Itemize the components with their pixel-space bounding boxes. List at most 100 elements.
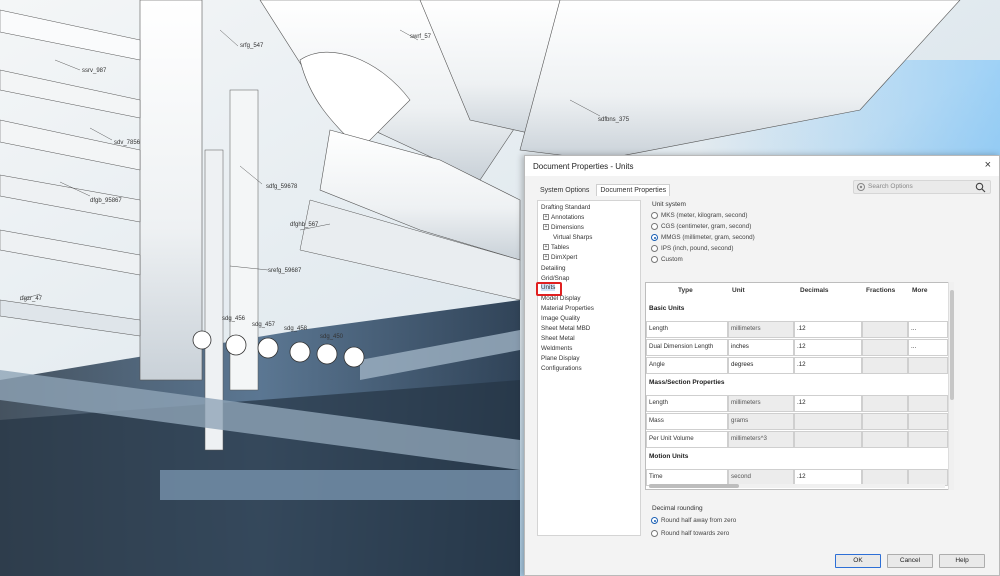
- tree-item-units[interactable]: Units: [541, 284, 556, 291]
- cell-type: Per Unit Volume: [646, 431, 728, 448]
- radio-button-selected[interactable]: [651, 517, 658, 524]
- cell-fractions[interactable]: [862, 339, 908, 356]
- tree-item-label: Dimensions: [551, 224, 584, 231]
- radio-custom[interactable]: Custom: [651, 256, 683, 263]
- more-button[interactable]: ...: [908, 339, 948, 356]
- cad-label: sdfg_59678: [266, 184, 298, 190]
- tree-item-dimxpert[interactable]: + DimXpert: [543, 254, 577, 261]
- cell-type: Length: [646, 395, 728, 412]
- ok-button[interactable]: OK: [835, 554, 881, 568]
- radio-ips[interactable]: IPS (inch, pound, second): [651, 245, 733, 252]
- tree-item-annotations[interactable]: + Annotations: [543, 214, 584, 221]
- horizontal-scrollbar[interactable]: [649, 484, 945, 488]
- cell-fractions[interactable]: [862, 357, 908, 374]
- cell-unit[interactable]: millimeters^3: [728, 431, 794, 448]
- tab-system-options[interactable]: System Options: [537, 185, 592, 196]
- scrollbar-thumb[interactable]: [950, 290, 954, 400]
- tree-item-virtual-sharps[interactable]: Virtual Sharps: [553, 234, 592, 241]
- tree-item-tables[interactable]: + Tables: [543, 244, 569, 251]
- tree-item-weldments[interactable]: Weldments: [541, 345, 572, 352]
- tree-item-grid-snap[interactable]: Grid/Snap: [541, 275, 569, 282]
- cad-label: ssrv_987: [82, 68, 107, 74]
- tree-item-plane-display[interactable]: Plane Display: [541, 355, 580, 362]
- cell-unit[interactable]: inches: [728, 339, 794, 356]
- cad-label: dfghb_567: [290, 222, 319, 228]
- more-button[interactable]: ...: [908, 321, 948, 338]
- cell-unit[interactable]: millimeters: [728, 395, 794, 412]
- cell-type: Angle: [646, 357, 728, 374]
- tree-item-label: DimXpert: [551, 254, 578, 261]
- search-placeholder: Search Options: [868, 183, 913, 190]
- help-button[interactable]: Help: [939, 554, 985, 568]
- cad-label: sdg_458: [284, 326, 308, 332]
- cell-fractions[interactable]: [862, 413, 908, 430]
- radio-cgs[interactable]: CGS (centimeter, gram, second): [651, 223, 751, 230]
- close-icon[interactable]: ×: [985, 159, 991, 171]
- tree-item-label: Model Display: [541, 295, 581, 302]
- unit-system-label: Unit system: [652, 201, 686, 208]
- cad-label: sdg_456: [222, 316, 246, 322]
- tree-item-image-quality[interactable]: Image Quality: [541, 315, 580, 322]
- cell-fractions[interactable]: [862, 321, 908, 338]
- tree-item-detailing[interactable]: Detailing: [541, 265, 566, 272]
- radio-button[interactable]: [651, 223, 658, 230]
- unit-system-group: Unit system MKS (meter, kilogram, second…: [647, 201, 947, 273]
- expand-icon[interactable]: +: [543, 254, 549, 261]
- tree-item-drafting-standard[interactable]: Drafting Standard: [541, 204, 590, 211]
- decimal-rounding-label: Decimal rounding: [652, 505, 703, 512]
- cad-label: srfg_547: [240, 43, 264, 49]
- cell-fractions[interactable]: [862, 431, 908, 448]
- radio-button[interactable]: [651, 212, 658, 219]
- tree-item-sheet-metal[interactable]: Sheet Metal: [541, 335, 575, 342]
- cell-decimals[interactable]: [794, 413, 862, 430]
- cad-label: sdg_450: [320, 334, 344, 340]
- column-header-unit: Unit: [732, 287, 745, 294]
- tree-item-material-properties[interactable]: Material Properties: [541, 305, 594, 312]
- cell-type: Mass: [646, 413, 728, 430]
- tree-item-configurations[interactable]: Configurations: [541, 365, 582, 372]
- cell-more: [908, 431, 948, 448]
- radio-button[interactable]: [651, 530, 658, 537]
- tree-item-label: Plane Display: [541, 355, 580, 362]
- options-tree: Drafting Standard + Annotations + Dimensio…: [537, 200, 641, 536]
- document-properties-dialog: Document Properties - Units × System Opt…: [524, 155, 1000, 576]
- search-icon[interactable]: [975, 182, 986, 193]
- tab-document-properties[interactable]: Document Properties: [596, 184, 671, 196]
- units-grid: Type Unit Decimals Fractions More Basic …: [645, 282, 953, 490]
- radio-mmgs[interactable]: MMGS (millimeter, gram, second): [651, 234, 755, 241]
- cancel-button[interactable]: Cancel: [887, 554, 933, 568]
- title-bar: Document Properties - Units ×: [525, 156, 999, 176]
- radio-round-away[interactable]: Round half away from zero: [651, 517, 736, 524]
- tree-item-sheet-metal-mbd[interactable]: Sheet Metal MBD: [541, 325, 590, 332]
- dialog-title: Document Properties - Units: [533, 162, 634, 171]
- vertical-scrollbar[interactable]: [948, 282, 954, 490]
- cell-decimals[interactable]: .12: [794, 321, 862, 338]
- expand-icon[interactable]: +: [543, 224, 549, 231]
- radio-button[interactable]: [651, 256, 658, 263]
- cell-type: Dual Dimension Length: [646, 339, 728, 356]
- tree-item-dimensions[interactable]: + Dimensions: [543, 224, 584, 231]
- cell-unit[interactable]: degrees: [728, 357, 794, 374]
- radio-label: IPS (inch, pound, second): [661, 245, 734, 253]
- cell-decimals[interactable]: .12: [794, 339, 862, 356]
- cell-type: Length: [646, 321, 728, 338]
- cell-unit[interactable]: millimeters: [728, 321, 794, 338]
- radio-button-selected[interactable]: [651, 234, 658, 241]
- cad-label: dfgb_95867: [90, 198, 122, 204]
- cell-fractions[interactable]: [862, 395, 908, 412]
- cell-decimals[interactable]: .12: [794, 357, 862, 374]
- search-options-field[interactable]: Search Options: [853, 180, 991, 194]
- cad-label: sdv_7856: [114, 140, 141, 146]
- expand-icon[interactable]: +: [543, 214, 549, 221]
- expand-icon[interactable]: +: [543, 244, 549, 251]
- cad-label: rfgzr_47: [20, 296, 43, 302]
- cad-label: sdfbns_375: [598, 117, 630, 123]
- radio-button[interactable]: [651, 245, 658, 252]
- scrollbar-thumb[interactable]: [649, 484, 739, 488]
- cell-decimals[interactable]: [794, 431, 862, 448]
- radio-round-towards[interactable]: Round half towards zero: [651, 530, 729, 537]
- cell-unit[interactable]: grams: [728, 413, 794, 430]
- tree-item-model-display[interactable]: Model Display: [541, 295, 581, 302]
- cell-decimals[interactable]: .12: [794, 395, 862, 412]
- radio-mks[interactable]: MKS (meter, kilogram, second): [651, 212, 747, 219]
